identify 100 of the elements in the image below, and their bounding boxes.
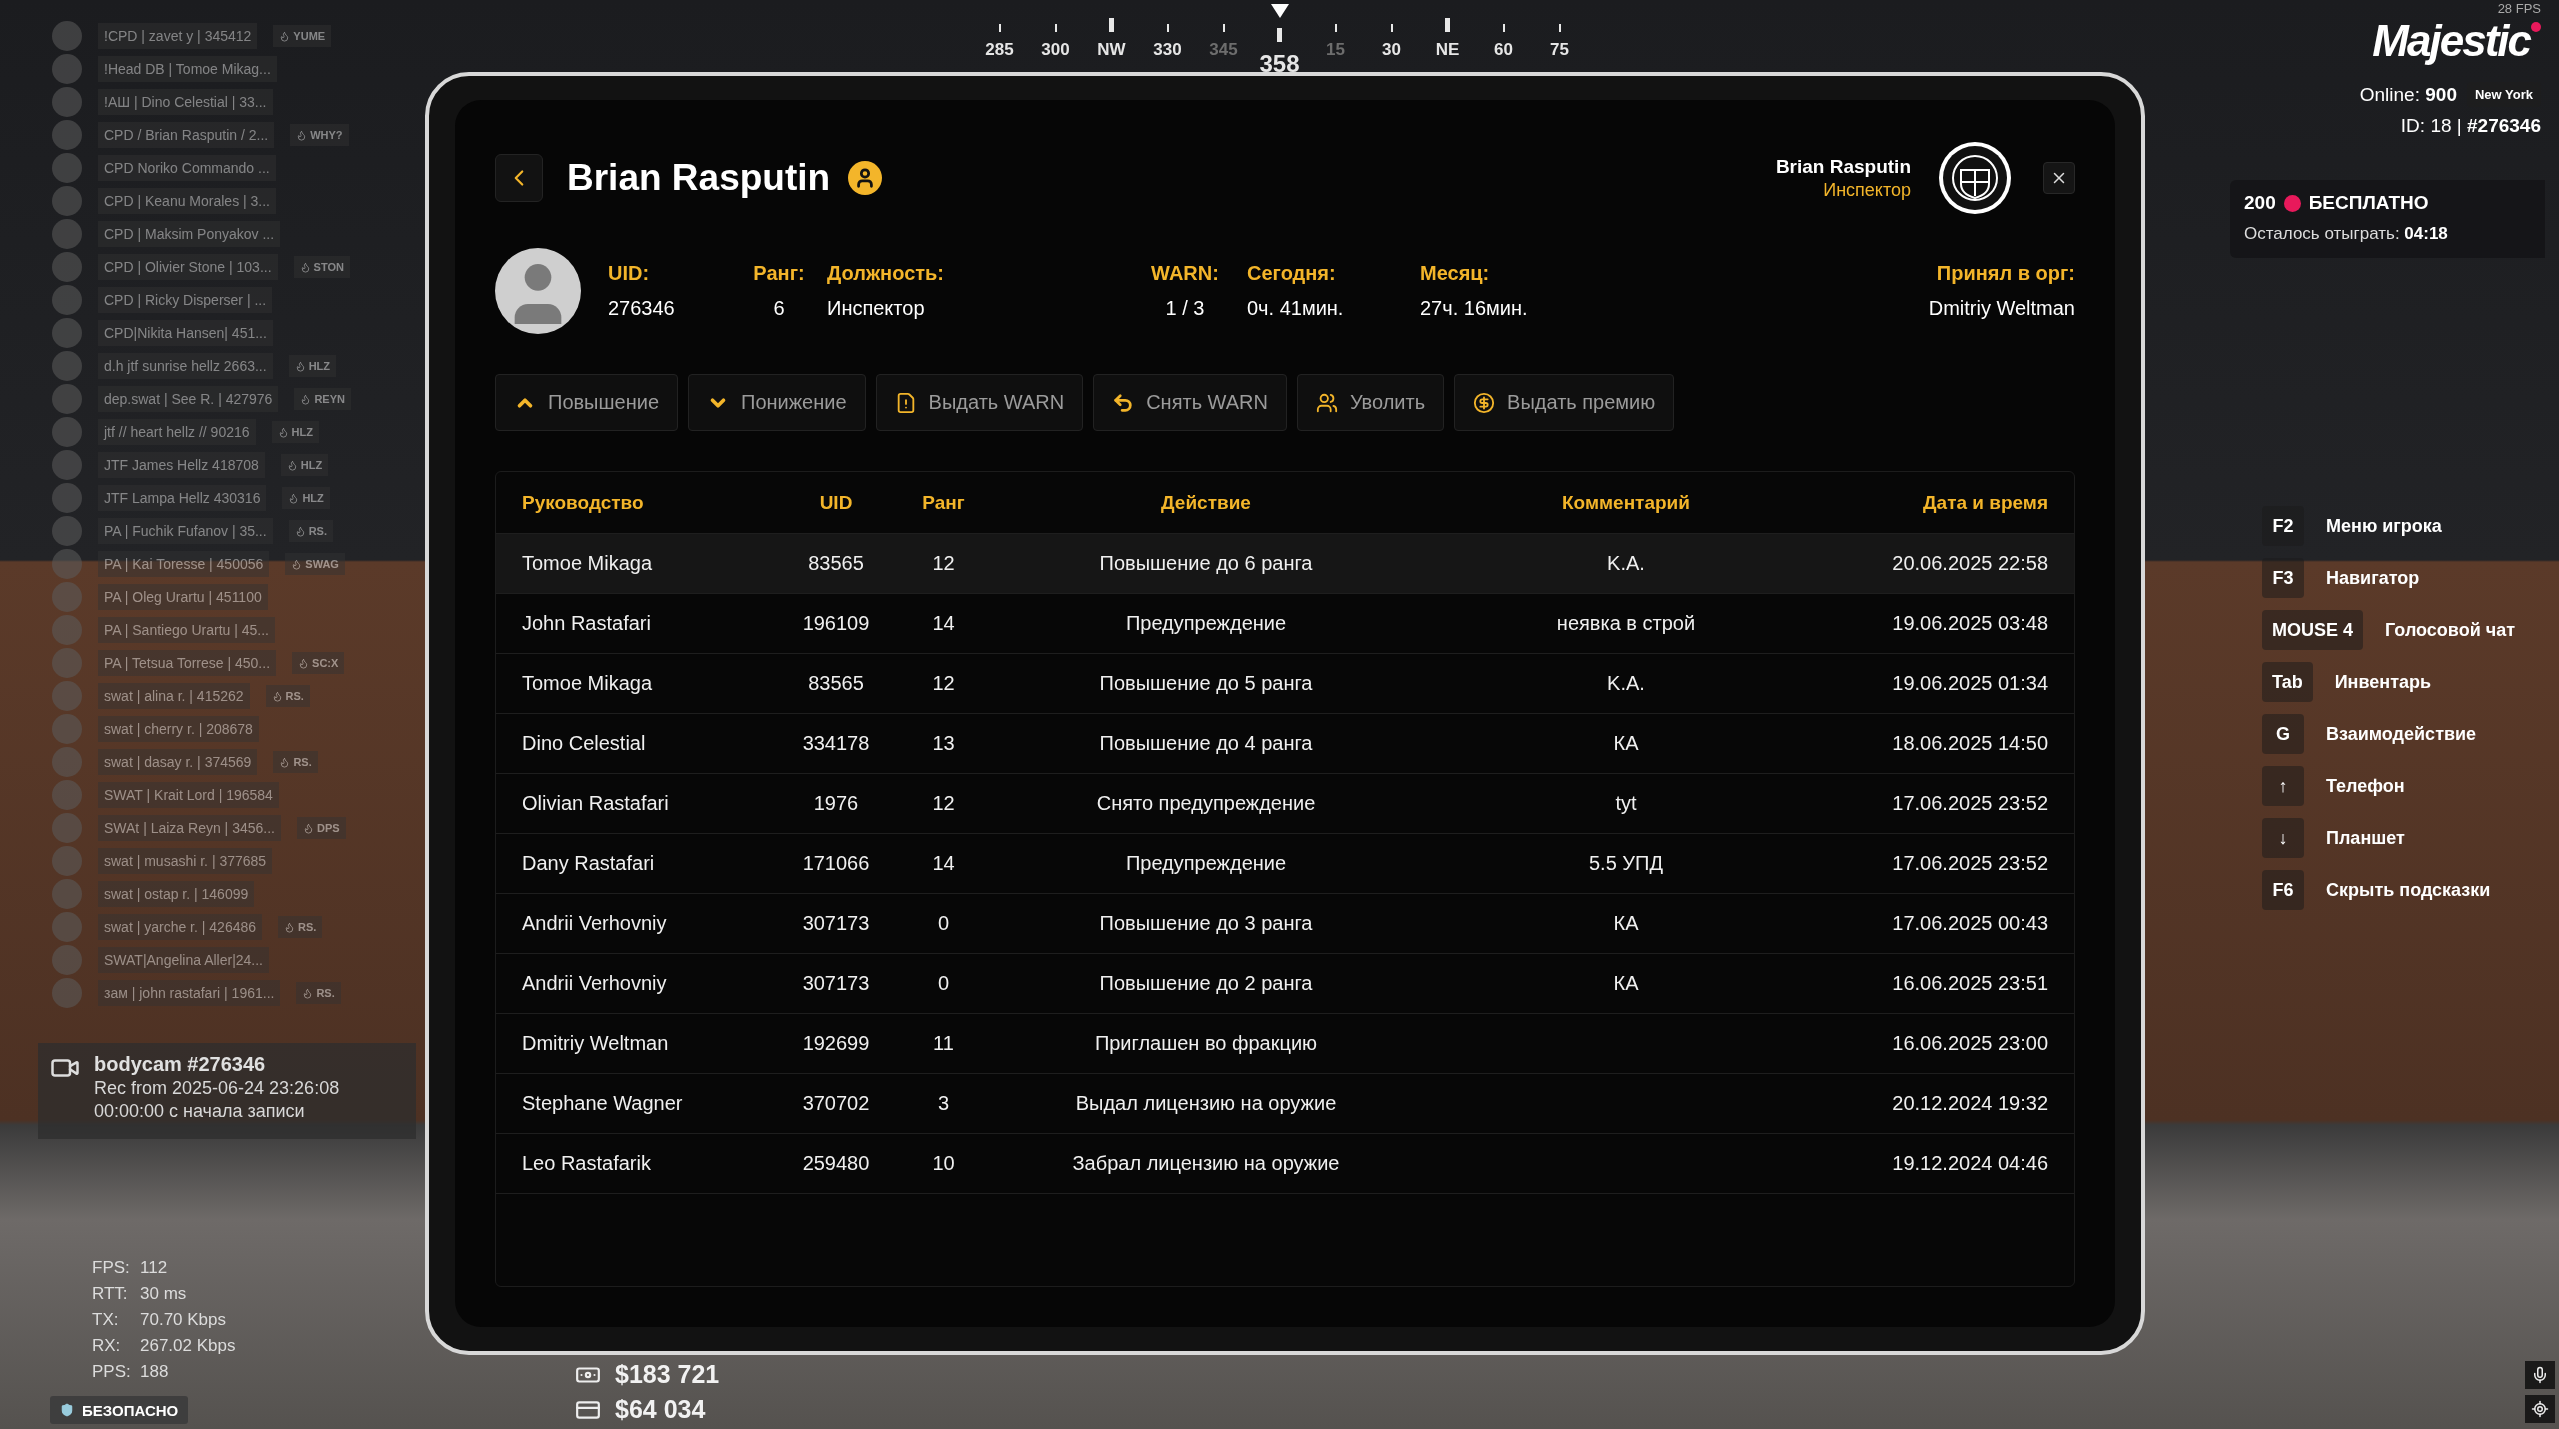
emblem-icon [279,756,291,768]
emblem-icon [302,987,314,999]
money-amount: $183 721 [615,1360,720,1389]
badge-label: RS. [298,921,317,933]
stat-value: 267.02 Kbps [140,1335,236,1357]
player-name: PA | Santiego Urartu | 45... [98,617,275,643]
player-name: CPD | Maksim Ponyakov ... [98,221,281,247]
table-cell-text: 307173 [801,972,871,995]
hint-label: Скрыть подсказки [2326,879,2491,901]
player-name: зам | john rastafari | 1961... [98,980,281,1006]
player-name: !АШ | Dino Celestial | 33... [98,89,273,115]
emblem-icon [296,129,308,141]
stat-label: Месяц: [1420,262,1491,285]
compass-tick [1558,24,1561,32]
action-button[interactable]: Выдать WARN [875,374,1084,431]
table-row[interactable]: Dmitriy Weltman 192699 11 Приглашен во фракцию 16.06.2025 23:00 [496,1014,2074,1074]
action-button[interactable]: Выдать премию [1454,374,1675,431]
table-cell-text: K.A. [1606,672,1646,695]
action-button[interactable]: Снять WARN [1093,374,1287,431]
stat-value: 70.70 Kbps [140,1309,227,1331]
table-row[interactable]: Leo Rastafarik 259480 10 Забрал лицензию на оружие 19.12.2024 04:46 [496,1134,2074,1194]
player-name: PA | Tetsua Torrese | 450... [98,650,277,676]
player-name: dep.swat | See R. | 427976 [98,386,279,412]
table-cell-text: 3 [936,1092,951,1115]
table-cell-text: Приглашен во фракцию [1093,1032,1319,1055]
table-cell-text: 16.06.2025 23:00 [1891,1032,2048,1055]
close-button[interactable] [2043,162,2075,194]
player-name: swat | dasay r. | 374569 [98,749,258,775]
table-cell-text: 307173 [801,912,871,935]
table-cell-text: Tomoe Mikaga [522,672,654,695]
player-avatar [52,54,82,84]
table-cell-text: 5.5 УПД [1588,852,1664,875]
player-avatar [52,120,82,150]
table-row[interactable]: Dino Celestial 334178 13 Повышение до 4 ранга КА 18.06.2025 14:50 [496,714,2074,774]
player-name: CPD | Ricky Disperser | ... [98,287,273,313]
table-cell-text: КА [1612,912,1640,935]
compass-label: 60 [1494,40,1513,60]
table-cell-text: 83565 [807,552,865,575]
table-cell-text: Leo Rastafarik [522,1152,652,1175]
player-name: JTF Lampa Hellz 430316 [98,485,267,511]
hint-label: Меню игрока [2326,515,2442,537]
player-name: PA | Oleg Urartu | 451100 [98,584,268,610]
player-avatar [52,219,82,249]
microphone-icon [2531,1366,2549,1384]
player-avatar [52,681,82,711]
key-hint: F6 [2262,870,2304,910]
key-hint: G [2262,714,2304,754]
action-button[interactable]: Уволить [1297,374,1445,431]
table-row[interactable]: Andrii Verhovniy 307173 0 Повышение до 2 ранга КА 16.06.2025 23:51 [496,954,2074,1014]
table-cell-text: 13 [931,732,956,755]
table-row[interactable]: Tomoe Mikaga 83565 12 Повышение до 6 ранга K.A. 20.06.2025 22:58 [496,534,2074,594]
action-button[interactable]: Понижение [688,374,866,431]
locate-button[interactable] [2525,1395,2555,1423]
player-name: SWAT|Angelina Aller|24... [98,947,269,973]
table-row[interactable]: Olivian Rastafari 1976 12 Снято предупреждение tyt 17.06.2025 23:52 [496,774,2074,834]
microphone-button[interactable] [2525,1361,2555,1389]
player-avatar [52,912,82,942]
table-row[interactable]: Andrii Verhovniy 307173 0 Повышение до 3 ранга КА 17.06.2025 00:43 [496,894,2074,954]
table-cell-text: 1976 [812,792,860,815]
badge-label: STON [313,261,344,273]
stat-label: Принял в орг: [1936,262,2075,285]
emblem-icon [291,558,303,570]
table-row[interactable]: John Rastafari 196109 14 Предупреждение неявка в строй 19.06.2025 03:48 [496,594,2074,654]
player-name: CPD | Olivier Stone | 103... [98,254,278,280]
table-cell-text: Предупреждение [1124,612,1288,635]
table-cell-text: 11 [932,1032,955,1055]
key-hint: MOUSE 4 [2262,610,2364,650]
table-cell-text: 17.06.2025 00:43 [1891,912,2048,935]
user-name: Brian Rasputin [1775,155,1911,178]
compass-tick [1109,18,1114,32]
table-cell-text: Повышение до 4 ранга [1098,732,1314,755]
stat-value: 0ч. 41мин. [1247,297,1345,320]
compass-tick [1390,24,1393,32]
player-avatar [52,384,82,414]
emblem-icon [286,459,298,471]
compass-tick [1054,24,1057,32]
people-icon [1316,391,1338,414]
table-row[interactable]: Stephane Wagner 370702 3 Выдал лицензию на оружие 20.12.2024 19:32 [496,1074,2074,1134]
table-cell-text: 259480 [801,1152,871,1175]
table-cell-text: Tomoe Mikaga [522,552,654,575]
table-cell-text: 370702 [801,1092,871,1115]
table-cell-text: КА [1612,732,1640,755]
player-avatar [52,318,82,348]
stat-label: TX: [92,1309,120,1331]
compass-label: 358 [1259,50,1300,78]
column-header: Руководство [522,491,645,514]
column-header: Действие [1160,491,1252,514]
player-name: d.h jtf sunrise hellz 2663... [98,353,273,379]
compass-label: 300 [1041,40,1070,60]
user-role: Инспектор [1823,179,1911,201]
table-row[interactable]: Dany Rastafari 171066 14 Предупреждение 5.5 УПД 17.06.2025 23:52 [496,834,2074,894]
table-row[interactable]: Tomoe Mikaga 83565 12 Повышение до 5 ранга K.A. 19.06.2025 01:34 [496,654,2074,714]
player-avatar [52,252,82,282]
stat-label: Ранг: [753,262,805,285]
action-button[interactable]: Повышение [495,374,678,431]
compass-label: 75 [1550,40,1569,60]
column-header: Ранг [921,491,966,514]
table-cell-text: tyt [1614,792,1638,815]
compass-tick [1222,24,1225,32]
player-name: JTF James Hellz 418708 [98,452,265,478]
